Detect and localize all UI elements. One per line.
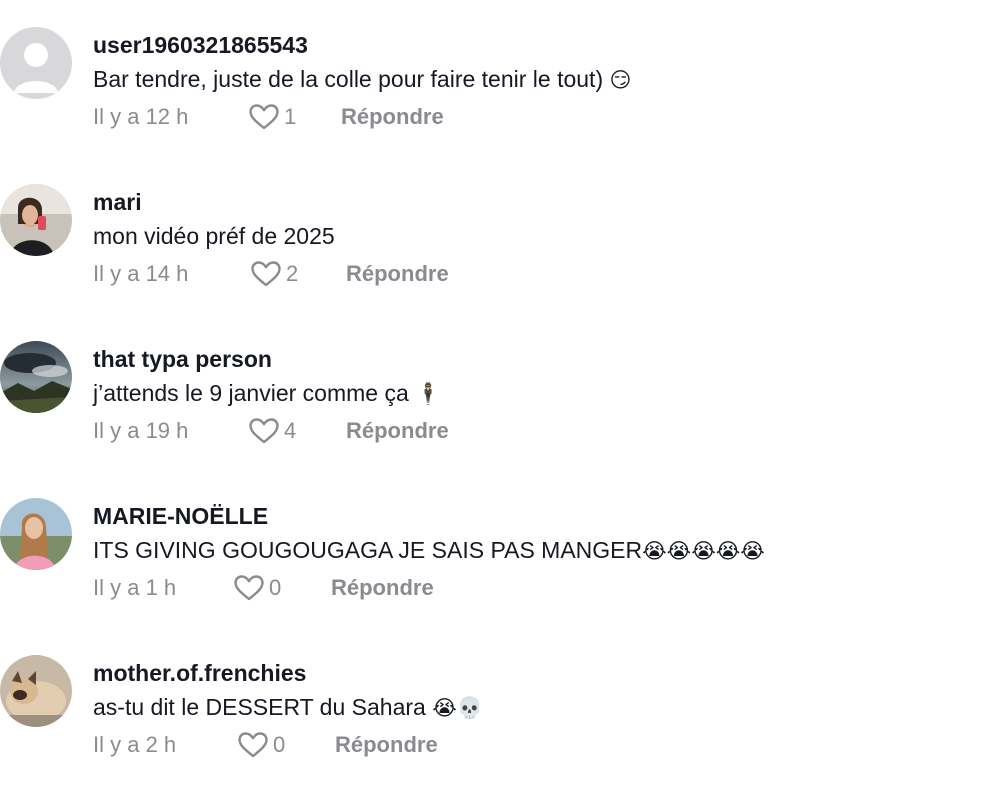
comment-meta: Il y a 2 h 0 Répondre	[93, 729, 793, 761]
comment-timestamp: Il y a 1 h	[93, 575, 177, 600]
comment-username[interactable]: user1960321865543	[93, 30, 982, 60]
levitating-man-emoji: 🕴	[415, 382, 442, 406]
comment-item: user1960321865543 Bar tendre, juste de l…	[0, 0, 992, 150]
comment-timestamp: Il y a 12 h	[93, 104, 189, 129]
comment-meta: Il y a 14 h 2 Répondre	[93, 258, 793, 290]
comment-item: mother.of.frenchies as-tu dit le DESSERT…	[0, 628, 992, 778]
like-count: 1	[284, 104, 297, 129]
comment-text: as-tu dit le DESSERT du Sahara 😭💀	[93, 694, 483, 720]
comment-text: Bar tendre, juste de la colle pour faire…	[93, 66, 632, 92]
like-count: 4	[284, 418, 297, 443]
comment-meta: Il y a 12 h 1 Répondre	[93, 101, 793, 133]
like-count: 2	[286, 261, 299, 286]
comment-item: mari mon vidéo préf de 2025 Il y a 14 h …	[0, 157, 992, 307]
crying-skull-emoji: 😭💀	[432, 696, 483, 720]
comment-username[interactable]: mother.of.frenchies	[93, 658, 982, 688]
avatar[interactable]	[0, 341, 72, 413]
dog-photo-icon	[0, 655, 72, 727]
heart-icon	[249, 418, 279, 444]
heart-icon	[249, 104, 279, 130]
like-button[interactable]: 0	[237, 729, 285, 761]
comment-username[interactable]: MARIE-NOËLLE	[93, 501, 982, 531]
like-button[interactable]: 4	[248, 415, 296, 447]
like-button[interactable]: 0	[233, 572, 281, 604]
default-avatar-icon	[0, 27, 72, 99]
crying-emoji: 😭😭😭😭😭	[642, 539, 765, 563]
heart-icon	[251, 261, 281, 287]
heart-icon	[238, 732, 268, 758]
comment-username[interactable]: that typa person	[93, 344, 982, 374]
like-button[interactable]: 2	[250, 258, 298, 290]
like-count: 0	[269, 575, 282, 600]
reply-button[interactable]: Répondre	[341, 101, 444, 133]
reply-button[interactable]: Répondre	[346, 415, 449, 447]
comment-item: MARIE-NOËLLE ITS GIVING GOUGOUGAGA JE SA…	[0, 471, 992, 621]
comment-timestamp: Il y a 2 h	[93, 732, 177, 757]
avatar[interactable]	[0, 184, 72, 256]
comment-username[interactable]: mari	[93, 187, 982, 217]
reply-button[interactable]: Répondre	[331, 572, 434, 604]
user-photo-icon	[0, 184, 72, 256]
like-button[interactable]: 1	[248, 101, 296, 133]
comment-item: that typa person j’attends le 9 janvier …	[0, 314, 992, 464]
smirk-emoji: 😏	[609, 68, 632, 92]
reply-button[interactable]: Répondre	[346, 258, 449, 290]
comment-timestamp: Il y a 19 h	[93, 418, 189, 443]
comment-meta: Il y a 19 h 4 Répondre	[93, 415, 793, 447]
avatar[interactable]	[0, 498, 72, 570]
comment-text: ITS GIVING GOUGOUGAGA JE SAIS PAS MANGER…	[93, 537, 765, 563]
heart-icon	[234, 575, 264, 601]
avatar[interactable]	[0, 655, 72, 727]
comment-timestamp: Il y a 14 h	[93, 261, 189, 286]
avatar[interactable]	[0, 27, 72, 99]
comment-meta: Il y a 1 h 0 Répondre	[93, 572, 793, 604]
comment-text: mon vidéo préf de 2025	[93, 223, 335, 249]
like-count: 0	[273, 732, 286, 757]
landscape-photo-icon	[0, 341, 72, 413]
reply-button[interactable]: Répondre	[335, 729, 438, 761]
user-photo-icon	[0, 498, 72, 570]
comment-text: j’attends le 9 janvier comme ça 🕴	[93, 380, 442, 406]
